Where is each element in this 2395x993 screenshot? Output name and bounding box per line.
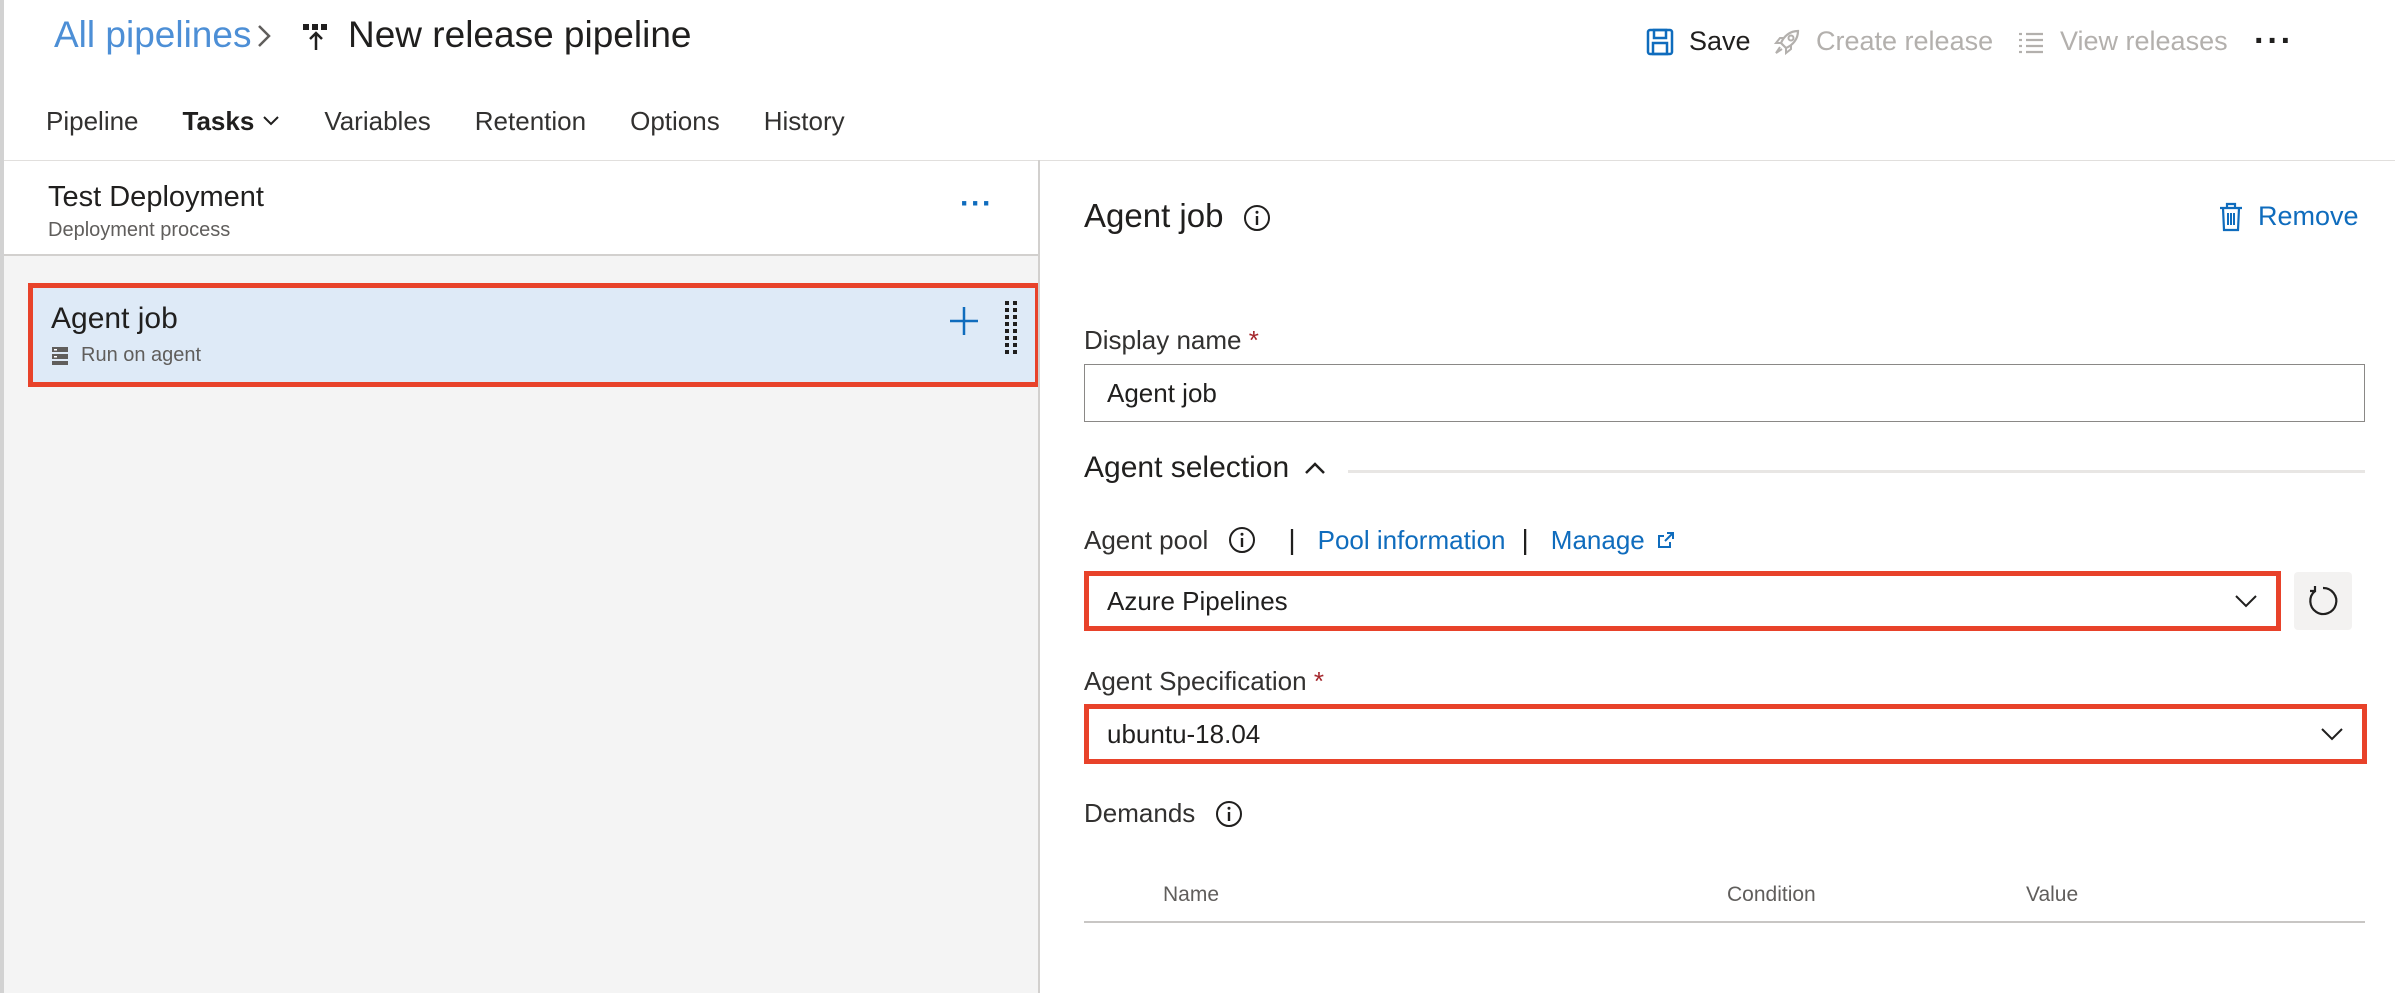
agent-spec-value: ubuntu-18.04 xyxy=(1107,718,1261,749)
agent-pool-row: Agent pool | Pool information | Manage xyxy=(1084,524,1675,556)
plus-icon xyxy=(950,307,978,335)
display-name-input[interactable]: Agent job xyxy=(1084,364,2365,422)
info-icon[interactable] xyxy=(1215,800,1243,828)
chevron-right-icon xyxy=(254,22,274,55)
tab-retention[interactable]: Retention xyxy=(475,106,586,165)
list-icon xyxy=(2019,32,2043,53)
create-release-label: Create release xyxy=(1816,26,1994,56)
tab-label: Pipeline xyxy=(46,106,139,136)
tab-variables[interactable]: Variables xyxy=(324,106,430,165)
external-link-icon xyxy=(1657,532,1674,548)
info-icon[interactable] xyxy=(1243,204,1271,232)
view-releases-button[interactable]: View releases xyxy=(2016,26,2228,57)
breadcrumb-all-pipelines[interactable]: All pipelines xyxy=(54,14,251,56)
required-marker: * xyxy=(1248,325,1259,355)
add-task-button[interactable] xyxy=(947,304,981,343)
agent-selection-header[interactable]: Agent selection xyxy=(1084,451,1327,485)
trash-icon xyxy=(2220,202,2242,231)
job-details-panel: Agent job Remove Display name * Agent jo… xyxy=(1040,160,2395,993)
save-icon xyxy=(1646,28,1674,55)
stage-more-button[interactable]: ··· xyxy=(960,187,993,221)
section-divider xyxy=(1348,470,2365,473)
tab-label: Variables xyxy=(324,106,431,136)
job-title: Agent job xyxy=(51,302,178,335)
info-icon[interactable] xyxy=(1228,526,1256,554)
save-label: Save xyxy=(1689,26,1751,56)
tab-label: Options xyxy=(630,106,720,136)
stage-title: Test Deployment xyxy=(48,181,264,213)
tab-options[interactable]: Options xyxy=(630,106,720,165)
more-actions-button[interactable]: ··· xyxy=(2254,22,2294,61)
demands-table-header: Name Condition Value xyxy=(1084,883,2365,923)
create-release-button[interactable]: Create release xyxy=(1772,26,1993,57)
stage-header[interactable]: Test Deployment Deployment process ··· xyxy=(4,161,1038,256)
chevron-down-icon xyxy=(2321,728,2343,741)
agent-selection-label: Agent selection xyxy=(1084,451,1290,484)
required-marker: * xyxy=(1313,666,1324,696)
tab-pipeline[interactable]: Pipeline xyxy=(46,106,139,165)
chevron-down-icon xyxy=(263,116,280,126)
tab-tasks[interactable]: Tasks xyxy=(182,106,281,165)
page-header: All pipelines New release pipeline Save … xyxy=(0,0,2395,165)
tab-label: Tasks xyxy=(182,106,255,136)
agent-pool-label: Agent pool xyxy=(1084,524,1209,555)
agent-specification-dropdown[interactable]: ubuntu-18.04 xyxy=(1084,704,2367,764)
remove-button[interactable]: Remove xyxy=(2218,201,2359,232)
demands-row: Demands xyxy=(1084,798,1243,829)
pool-information-link[interactable]: Pool information xyxy=(1318,525,1506,556)
column-header-name: Name xyxy=(1163,883,1220,906)
job-subtitle-text: Run on agent xyxy=(81,344,202,366)
tab-label: Retention xyxy=(474,106,587,136)
details-title: Agent job xyxy=(1084,197,1271,235)
refresh-icon xyxy=(2309,586,2338,616)
stage-subtitle: Deployment process xyxy=(48,219,231,241)
agent-job-card[interactable]: Agent job Run on agent xyxy=(28,283,1040,387)
refresh-button[interactable] xyxy=(2294,572,2352,630)
agent-spec-label: Agent Specification * xyxy=(1084,666,1324,697)
remove-label: Remove xyxy=(2258,201,2359,231)
rocket-icon xyxy=(1773,29,1800,55)
job-subtitle: Run on agent xyxy=(51,344,201,367)
server-icon xyxy=(52,346,68,365)
agent-pool-value: Azure Pipelines xyxy=(1107,585,1288,616)
tab-bar: Pipeline Tasks Variables Retention Optio… xyxy=(46,106,889,165)
chevron-down-icon xyxy=(2235,595,2257,608)
tab-label: History xyxy=(763,106,845,136)
agent-spec-label-text: Agent Specification xyxy=(1084,666,1307,696)
tasks-left-panel: Test Deployment Deployment process ··· A… xyxy=(4,160,1040,993)
separator: | xyxy=(1521,524,1529,555)
drag-handle[interactable] xyxy=(1003,300,1019,363)
agent-pool-dropdown[interactable]: Azure Pipelines xyxy=(1084,571,2281,631)
separator: | xyxy=(1288,524,1296,555)
page-title: New release pipeline xyxy=(348,14,692,55)
details-title-text: Agent job xyxy=(1084,197,1224,234)
manage-link[interactable]: Manage xyxy=(1551,525,1645,556)
chevron-up-icon xyxy=(1305,462,1326,474)
column-header-condition: Condition xyxy=(1727,883,1816,906)
column-header-value: Value xyxy=(2026,883,2079,906)
view-releases-label: View releases xyxy=(2060,26,2228,56)
drag-handle-icon xyxy=(1005,301,1017,354)
display-name-label: Display name * xyxy=(1084,325,1259,356)
release-pipeline-icon xyxy=(301,22,331,57)
display-name-label-text: Display name xyxy=(1084,325,1242,355)
save-button[interactable]: Save xyxy=(1645,26,1751,57)
tab-history[interactable]: History xyxy=(764,106,845,165)
demands-label: Demands xyxy=(1084,798,1196,828)
